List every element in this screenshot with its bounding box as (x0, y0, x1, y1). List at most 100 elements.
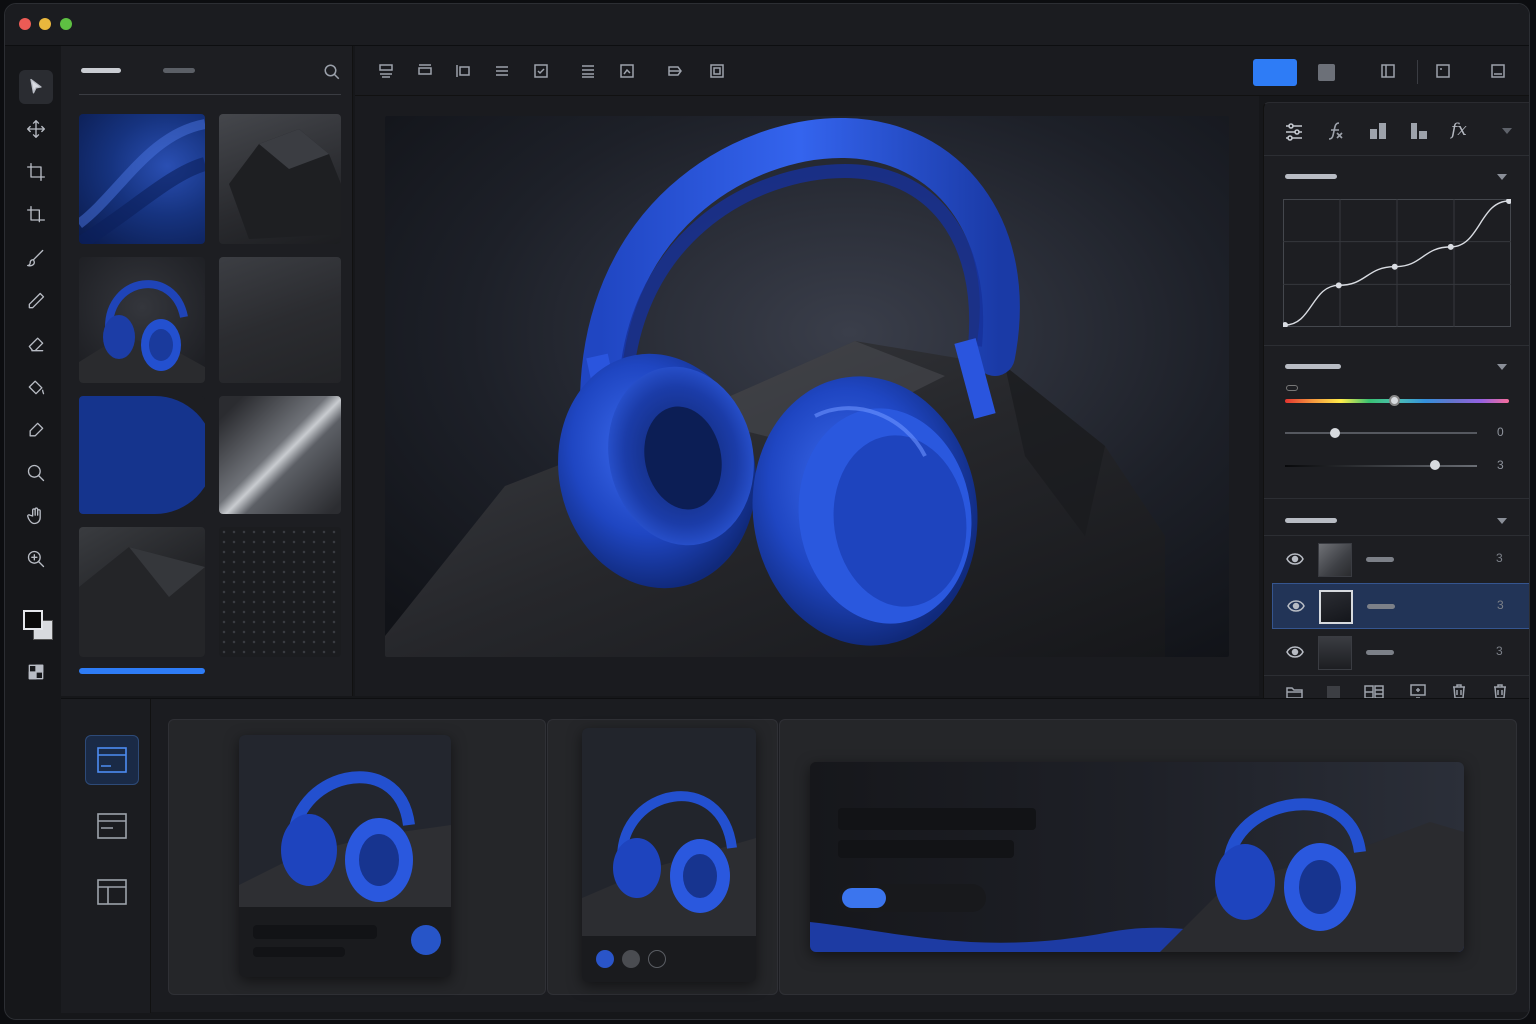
template-slot-3[interactable] (779, 719, 1517, 995)
story-card-template[interactable] (582, 728, 756, 982)
split-view-button[interactable] (1318, 64, 1335, 81)
layer-row[interactable]: 3 (1272, 583, 1529, 629)
color-option-outline[interactable] (648, 950, 666, 968)
fx-icon[interactable]: fx (1451, 120, 1467, 140)
frame-icon (710, 64, 724, 78)
align-center-button[interactable] (493, 62, 511, 80)
layer-thumbnail (1319, 590, 1353, 624)
dot-grid-thumbnail[interactable] (219, 527, 341, 657)
library-scroll-indicator[interactable] (79, 668, 205, 674)
library-tab-assets[interactable] (81, 68, 121, 73)
fill-tool-button[interactable] (19, 370, 53, 404)
zoom-tool-button[interactable] (19, 456, 53, 490)
align-top-button[interactable] (377, 62, 395, 80)
align-left-button[interactable] (454, 62, 472, 80)
list-tool-button[interactable] (579, 62, 597, 80)
title-bar (5, 4, 1529, 46)
align-center-icon (496, 66, 508, 76)
slider-3-thumb[interactable] (1429, 460, 1440, 470)
color-option-blue[interactable] (596, 950, 614, 968)
layer-row[interactable]: 3 (1272, 630, 1529, 676)
mask-mode-button[interactable] (19, 655, 53, 689)
brush-tool-button[interactable] (19, 241, 53, 275)
fx-script-icon[interactable] (1327, 121, 1345, 141)
add-to-cart-button[interactable] (411, 925, 441, 955)
crop-alt-tool-button[interactable] (19, 198, 53, 232)
product-subtitle-placeholder (253, 947, 345, 957)
image-tool-button[interactable] (618, 62, 636, 80)
visibility-eye-icon[interactable] (1287, 600, 1305, 612)
stone-texture-thumbnail[interactable] (79, 527, 205, 657)
trash-icon[interactable] (1452, 683, 1466, 699)
select-tool-button[interactable] (19, 70, 53, 104)
banner-template[interactable] (810, 762, 1464, 952)
list-icon (582, 65, 594, 78)
mask-square-icon[interactable] (1327, 686, 1340, 698)
canvas-image[interactable] (385, 116, 1229, 657)
adjustment-icon[interactable] (1364, 685, 1384, 699)
new-layer-icon[interactable] (1410, 684, 1426, 699)
hand-tool-button[interactable] (19, 499, 53, 533)
delete-icon[interactable] (1493, 683, 1507, 699)
rock-thumbnail[interactable] (219, 114, 341, 244)
slider-3-track[interactable] (1285, 465, 1477, 467)
banner-cta-button[interactable] (842, 888, 886, 908)
curve-point[interactable] (1335, 282, 1342, 289)
layer-count: 3 (1497, 598, 1504, 612)
brushed-metal-light-thumbnail[interactable] (219, 396, 341, 514)
library-tab-other[interactable] (163, 68, 195, 73)
color-option-gray[interactable] (622, 950, 640, 968)
template-slot-1[interactable] (168, 719, 546, 995)
align-middle-button[interactable] (416, 62, 434, 80)
layout-list-button[interactable] (85, 801, 139, 851)
move-tool-button[interactable] (19, 112, 53, 146)
crop-tool-button[interactable] (19, 155, 53, 189)
single-view-button[interactable] (1253, 59, 1297, 86)
hue-slider-thumb[interactable] (1389, 395, 1401, 406)
inspector-view-button[interactable] (1434, 62, 1452, 80)
fabric-blue-thumbnail[interactable] (79, 114, 205, 244)
columns-view-button[interactable] (1379, 62, 1397, 80)
layer-flip-button[interactable] (666, 62, 684, 80)
layout-grid-button[interactable] (85, 867, 139, 917)
histogram-icon[interactable] (1369, 122, 1387, 140)
inspector-more-icon[interactable] (1502, 128, 1512, 134)
shapes-icon[interactable] (1410, 122, 1428, 140)
visibility-eye-icon[interactable] (1286, 553, 1304, 565)
curve-point[interactable] (1506, 199, 1511, 204)
template-slot-2[interactable] (547, 719, 778, 995)
pencil-tool-button[interactable] (19, 284, 53, 318)
blue-circle-swatch-thumbnail[interactable] (79, 396, 205, 514)
asset-library-panel (61, 46, 353, 696)
curve-point[interactable] (1447, 243, 1454, 250)
headphones-thumbnail[interactable] (79, 257, 205, 383)
close-window-button[interactable] (19, 18, 31, 30)
color-swatches[interactable] (19, 600, 53, 646)
magnify-tool-button[interactable] (19, 542, 53, 576)
visibility-eye-icon[interactable] (1286, 646, 1304, 658)
product-card-template[interactable] (239, 735, 451, 977)
pen-tool-button[interactable] (19, 413, 53, 447)
adjust-icon[interactable] (1284, 123, 1304, 141)
frame-tool-button[interactable] (708, 62, 726, 80)
eraser-tool-button[interactable] (19, 327, 53, 361)
group-icon[interactable] (1286, 685, 1303, 699)
slider-2-track[interactable] (1285, 432, 1477, 434)
curve-point[interactable] (1283, 322, 1288, 327)
bottom-panel-button[interactable] (1489, 62, 1507, 80)
layer-row[interactable]: 3 (1272, 537, 1529, 583)
zoom-window-button[interactable] (60, 18, 72, 30)
layers-collapse-icon[interactable] (1497, 518, 1507, 524)
checkbox-tool-button[interactable] (532, 62, 550, 80)
templates-panel (61, 698, 1529, 1013)
minimize-window-button[interactable] (39, 18, 51, 30)
foreground-color-swatch[interactable] (23, 610, 43, 630)
layout-card-button[interactable] (85, 735, 139, 785)
curves-collapse-icon[interactable] (1497, 174, 1507, 180)
brushed-metal-dark-thumbnail[interactable] (219, 257, 341, 383)
search-icon[interactable] (323, 63, 341, 81)
color-collapse-icon[interactable] (1497, 364, 1507, 370)
curve-point[interactable] (1391, 263, 1398, 270)
slider-2-thumb[interactable] (1329, 428, 1340, 438)
curves-graph[interactable] (1283, 199, 1511, 327)
